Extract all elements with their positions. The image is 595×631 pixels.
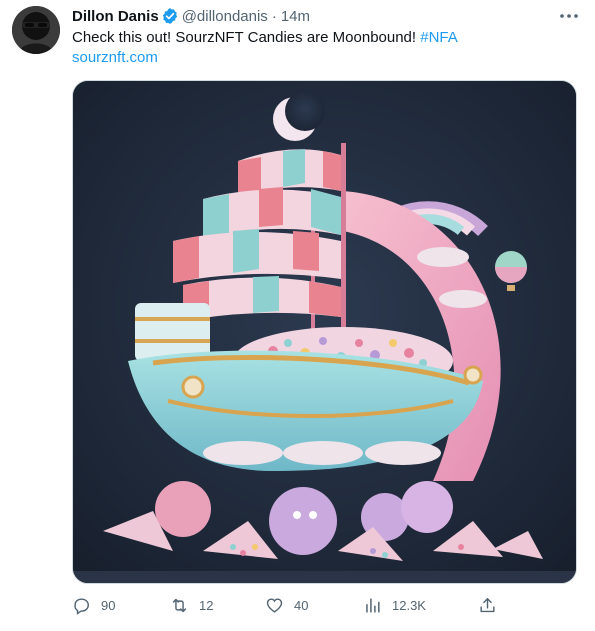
avatar[interactable] [12, 6, 60, 54]
post-header: Dillon Danis @dillondanis · 14m [72, 6, 310, 26]
author-name[interactable]: Dillon Danis [72, 8, 159, 25]
repost-icon [172, 598, 187, 613]
verified-badge-icon [162, 8, 177, 24]
post-image[interactable] [72, 80, 577, 584]
website-link[interactable]: sourznft.com [72, 49, 158, 66]
like-button[interactable]: 40 [265, 596, 308, 615]
nft-artwork [73, 81, 576, 583]
heart-icon [266, 598, 283, 613]
hashtag-link[interactable]: #NFA [420, 29, 458, 46]
more-icon[interactable] [557, 4, 581, 28]
post-body: Check this out! SourzNFT Candies are Moo… [72, 29, 421, 46]
avatar-image [12, 6, 60, 54]
share-icon [480, 598, 495, 613]
reply-icon [74, 598, 89, 615]
post-text: Check this out! SourzNFT Candies are Moo… [72, 28, 458, 68]
reply-count: 90 [101, 598, 116, 613]
author-handle[interactable]: @dillondanis [182, 8, 268, 25]
repost-count: 12 [199, 598, 214, 613]
action-bar: 90 12 40 12.3K [72, 596, 502, 620]
repost-button[interactable]: 12 [170, 596, 213, 615]
post-time[interactable]: 14m [281, 8, 310, 25]
share-button[interactable] [478, 596, 497, 615]
reply-button[interactable]: 90 [72, 596, 115, 615]
views-icon [366, 598, 380, 613]
separator-dot: · [271, 7, 277, 25]
like-count: 40 [294, 598, 309, 613]
views-button[interactable]: 12.3K [363, 596, 426, 615]
view-count: 12.3K [392, 598, 426, 613]
